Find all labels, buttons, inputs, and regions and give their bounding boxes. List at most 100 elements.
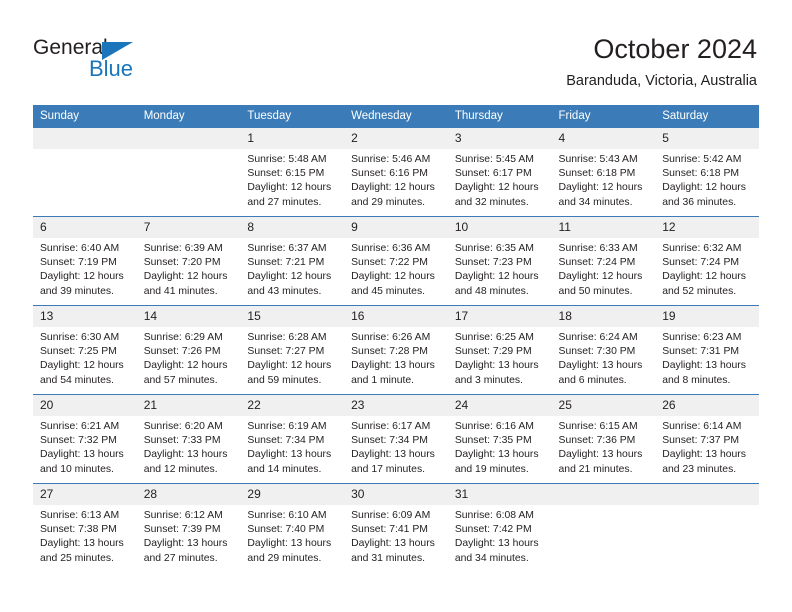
weekday-header-tuesday: Tuesday	[240, 105, 345, 128]
day-number: 26	[655, 395, 759, 416]
day-details: Sunrise: 6:40 AM Sunset: 7:19 PM Daylight:…	[33, 238, 137, 299]
calendar-day-cell[interactable]: 6 Sunrise: 6:40 AM Sunset: 7:19 PM Daylight…	[33, 216, 137, 306]
calendar-day-cell[interactable]: 30 Sunrise: 6:09 AM Sunset: 7:41 PM Dayligh…	[344, 483, 448, 572]
calendar-day-cell[interactable]: 24 Sunrise: 6:16 AM Sunset: 7:35 PM Dayligh…	[447, 394, 552, 484]
calendar-empty-cell	[551, 483, 656, 572]
weekday-header-wednesday: Wednesday	[344, 105, 448, 128]
daylight-text-line1: Daylight: 12 hours	[558, 182, 643, 194]
day-number: 21	[136, 395, 241, 416]
calendar-day-cell[interactable]: 28 Sunrise: 6:12 AM Sunset: 7:39 PM Dayligh…	[136, 483, 241, 572]
calendar-day-cell[interactable]: 3 Sunrise: 5:45 AM Sunset: 6:17 PM Daylight…	[447, 127, 552, 217]
calendar-day-cell[interactable]: 14 Sunrise: 6:29 AM Sunset: 7:26 PM Dayligh…	[136, 305, 241, 395]
calendar-day-cell[interactable]: 12 Sunrise: 6:32 AM Sunset: 7:24 PM Dayligh…	[655, 216, 759, 306]
sunrise-text: Sunrise: 6:33 AM	[558, 243, 638, 254]
weekday-header-thursday: Thursday	[447, 105, 552, 128]
day-number	[136, 128, 241, 149]
calendar-day-cell[interactable]: 26 Sunrise: 6:14 AM Sunset: 7:37 PM Dayligh…	[655, 394, 759, 484]
calendar-day-cell[interactable]: 5 Sunrise: 5:42 AM Sunset: 6:18 PM Daylight…	[655, 127, 759, 217]
calendar-week-row: 1 Sunrise: 5:48 AM Sunset: 6:15 PM Daylight…	[33, 127, 759, 217]
calendar-day-cell[interactable]: 31 Sunrise: 6:08 AM Sunset: 7:42 PM Dayligh…	[447, 483, 552, 572]
daylight-text-line1: Daylight: 13 hours	[558, 360, 643, 372]
sunrise-text: Sunrise: 6:20 AM	[143, 421, 223, 432]
day-details: Sunrise: 6:15 AM Sunset: 7:36 PM Daylight:…	[552, 416, 656, 477]
calendar-day-cell[interactable]: 13 Sunrise: 6:30 AM Sunset: 7:25 PM Dayligh…	[33, 305, 137, 395]
sunrise-text: Sunrise: 5:42 AM	[662, 154, 742, 165]
calendar-day-cell[interactable]: 27 Sunrise: 6:13 AM Sunset: 7:38 PM Dayligh…	[33, 483, 137, 572]
daylight-text-line1: Daylight: 12 hours	[40, 360, 124, 372]
calendar-day-cell[interactable]: 1 Sunrise: 5:48 AM Sunset: 6:15 PM Daylight…	[240, 127, 345, 217]
calendar-day-cell[interactable]: 29 Sunrise: 6:10 AM Sunset: 7:40 PM Dayligh…	[240, 483, 345, 572]
sunrise-text: Sunrise: 6:35 AM	[454, 243, 534, 254]
calendar-day-cell[interactable]: 11 Sunrise: 6:33 AM Sunset: 7:24 PM Dayligh…	[551, 216, 656, 306]
sunset-text: Sunset: 7:19 PM	[40, 257, 117, 269]
weekday-header-sunday: Sunday	[33, 105, 137, 128]
day-number: 4	[551, 128, 656, 149]
calendar-day-cell[interactable]: 2 Sunrise: 5:46 AM Sunset: 6:16 PM Daylight…	[344, 127, 448, 217]
calendar-day-cell[interactable]: 17 Sunrise: 6:25 AM Sunset: 7:29 PM Dayligh…	[447, 305, 552, 395]
day-details: Sunrise: 6:39 AM Sunset: 7:20 PM Daylight:…	[137, 238, 241, 299]
daylight-text-line1: Daylight: 13 hours	[351, 538, 435, 550]
daylight-text-line1: Daylight: 13 hours	[40, 449, 124, 461]
day-details: Sunrise: 5:46 AM Sunset: 6:16 PM Daylight:…	[344, 149, 448, 210]
daylight-text-line2: and 41 minutes.	[143, 285, 218, 297]
sunset-text: Sunset: 6:16 PM	[351, 168, 428, 180]
daylight-text-line1: Daylight: 12 hours	[662, 271, 746, 283]
day-number: 22	[240, 395, 345, 416]
calendar-day-cell[interactable]: 10 Sunrise: 6:35 AM Sunset: 7:23 PM Dayligh…	[447, 216, 552, 306]
daylight-text-line1: Daylight: 12 hours	[247, 360, 332, 372]
sunset-text: Sunset: 7:32 PM	[40, 435, 117, 447]
day-number: 6	[33, 217, 137, 238]
sunset-text: Sunset: 7:24 PM	[662, 257, 740, 269]
day-details: Sunrise: 6:37 AM Sunset: 7:21 PM Daylight:…	[240, 238, 344, 299]
calendar-day-cell[interactable]: 8 Sunrise: 6:37 AM Sunset: 7:21 PM Daylight…	[240, 216, 345, 306]
calendar-day-cell[interactable]: 15 Sunrise: 6:28 AM Sunset: 7:27 PM Dayligh…	[240, 305, 345, 395]
calendar-day-cell[interactable]: 20 Sunrise: 6:21 AM Sunset: 7:32 PM Dayligh…	[33, 394, 137, 484]
day-details: Sunrise: 6:30 AM Sunset: 7:25 PM Daylight:…	[33, 327, 137, 388]
day-details: Sunrise: 6:09 AM Sunset: 7:41 PM Daylight:…	[344, 505, 448, 566]
calendar-day-cell[interactable]: 18 Sunrise: 6:24 AM Sunset: 7:30 PM Dayligh…	[551, 305, 656, 395]
daylight-text-line1: Daylight: 13 hours	[247, 538, 332, 550]
sunrise-text: Sunrise: 6:13 AM	[40, 510, 120, 521]
day-number: 27	[33, 484, 137, 505]
day-details: Sunrise: 5:45 AM Sunset: 6:17 PM Daylight:…	[448, 149, 552, 210]
sunrise-text: Sunrise: 6:24 AM	[558, 332, 638, 343]
sunrise-sunset-calendar: Sunday Monday Tuesday Wednesday Thursday…	[33, 105, 759, 572]
sunrise-text: Sunrise: 6:40 AM	[40, 243, 120, 254]
sunrise-text: Sunrise: 5:48 AM	[247, 154, 327, 165]
sunrise-text: Sunrise: 6:15 AM	[558, 421, 638, 432]
calendar-day-cell[interactable]: 9 Sunrise: 6:36 AM Sunset: 7:22 PM Daylight…	[344, 216, 448, 306]
sunrise-text: Sunrise: 6:28 AM	[247, 332, 327, 343]
daylight-text-line2: and 50 minutes.	[558, 285, 633, 297]
day-number: 23	[344, 395, 448, 416]
calendar-day-cell[interactable]: 25 Sunrise: 6:15 AM Sunset: 7:36 PM Dayligh…	[551, 394, 656, 484]
calendar-day-cell[interactable]: 4 Sunrise: 5:43 AM Sunset: 6:18 PM Daylight…	[551, 127, 656, 217]
sunrise-text: Sunrise: 6:32 AM	[662, 243, 742, 254]
daylight-text-line1: Daylight: 13 hours	[247, 449, 332, 461]
daylight-text-line2: and 31 minutes.	[351, 552, 426, 564]
daylight-text-line1: Daylight: 13 hours	[351, 360, 435, 372]
day-details: Sunrise: 6:33 AM Sunset: 7:24 PM Daylight:…	[552, 238, 656, 299]
daylight-text-line2: and 27 minutes.	[247, 196, 322, 208]
day-number: 17	[447, 306, 552, 327]
calendar-day-cell[interactable]: 16 Sunrise: 6:26 AM Sunset: 7:28 PM Dayligh…	[344, 305, 448, 395]
calendar-empty-cell	[655, 483, 759, 572]
day-number: 8	[240, 217, 345, 238]
calendar-day-cell[interactable]: 7 Sunrise: 6:39 AM Sunset: 7:20 PM Daylight…	[136, 216, 241, 306]
sunset-text: Sunset: 7:35 PM	[454, 435, 532, 447]
calendar-day-cell[interactable]: 22 Sunrise: 6:19 AM Sunset: 7:34 PM Dayligh…	[240, 394, 345, 484]
daylight-text-line2: and 45 minutes.	[351, 285, 426, 297]
calendar-day-cell[interactable]: 21 Sunrise: 6:20 AM Sunset: 7:33 PM Dayligh…	[136, 394, 241, 484]
day-number: 25	[551, 395, 656, 416]
sunset-text: Sunset: 7:30 PM	[558, 346, 636, 358]
daylight-text-line1: Daylight: 12 hours	[143, 360, 228, 372]
day-number: 13	[33, 306, 137, 327]
day-number: 16	[344, 306, 448, 327]
daylight-text-line2: and 54 minutes.	[40, 374, 114, 386]
calendar-day-cell[interactable]: 23 Sunrise: 6:17 AM Sunset: 7:34 PM Dayligh…	[344, 394, 448, 484]
sunrise-text: Sunrise: 6:19 AM	[247, 421, 327, 432]
sunset-text: Sunset: 7:29 PM	[454, 346, 532, 358]
sunrise-text: Sunrise: 6:21 AM	[40, 421, 120, 432]
calendar-week-row: 13 Sunrise: 6:30 AM Sunset: 7:25 PM Dayligh…	[33, 305, 759, 395]
sunset-text: Sunset: 7:37 PM	[662, 435, 740, 447]
calendar-day-cell[interactable]: 19 Sunrise: 6:23 AM Sunset: 7:31 PM Dayligh…	[655, 305, 759, 395]
